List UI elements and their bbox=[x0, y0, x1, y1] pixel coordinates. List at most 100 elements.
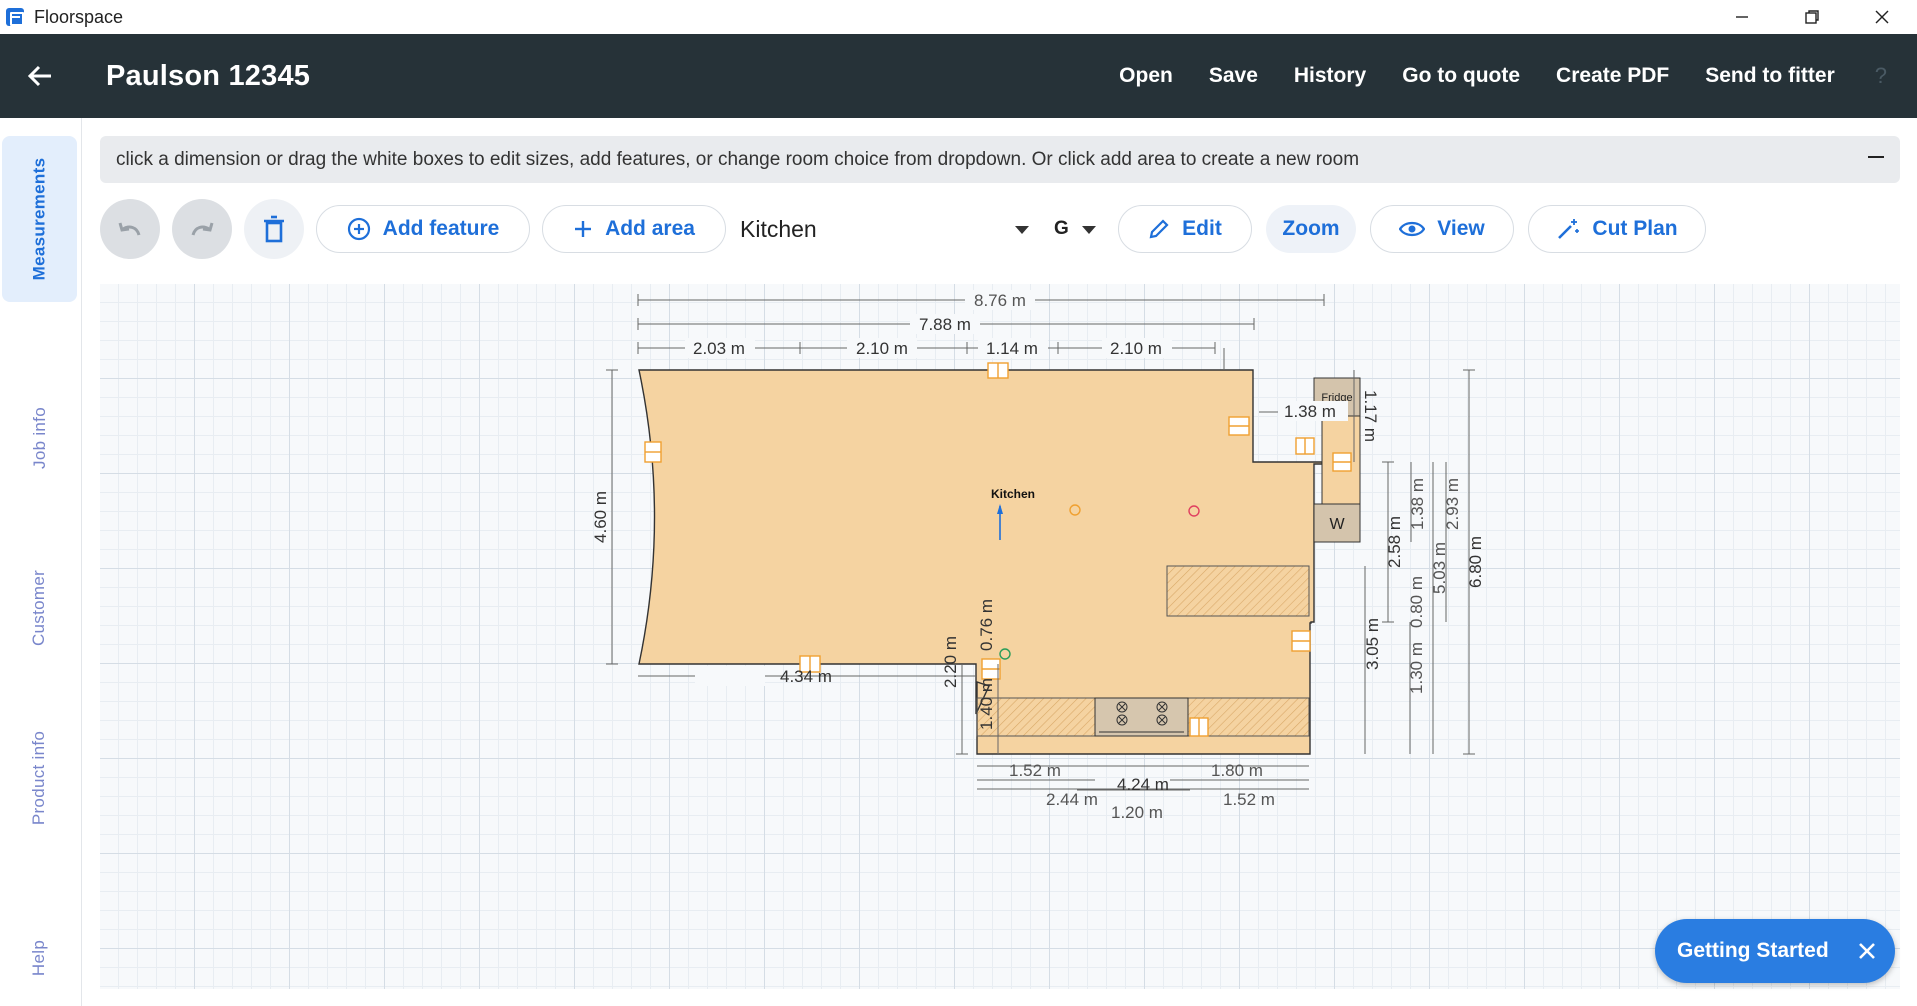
undo-button[interactable] bbox=[100, 199, 160, 259]
tab-job-info[interactable]: Job info bbox=[2, 368, 77, 508]
add-area-button[interactable]: Add area bbox=[542, 205, 726, 253]
dimension-label[interactable]: 6.80 m bbox=[1466, 536, 1485, 588]
close-icon[interactable] bbox=[1855, 939, 1879, 963]
dimension-label[interactable]: 2.58 m bbox=[1385, 516, 1404, 568]
feature-box[interactable] bbox=[1291, 630, 1311, 652]
feature-box[interactable] bbox=[1332, 452, 1352, 472]
tab-measurements[interactable]: Measurements bbox=[2, 136, 77, 302]
app-header: Paulson 12345 Open Save History Go to qu… bbox=[0, 34, 1917, 118]
feature-box[interactable] bbox=[981, 658, 1001, 680]
hob[interactable] bbox=[1094, 697, 1189, 737]
close-icon bbox=[1875, 10, 1889, 24]
minimize-icon bbox=[1736, 16, 1748, 18]
feature-box[interactable] bbox=[1295, 437, 1315, 455]
tab-label: Measurements bbox=[29, 157, 49, 281]
instruction-banner: click a dimension or drag the white boxe… bbox=[100, 136, 1900, 183]
dimension-label[interactable]: 5.03 m bbox=[1430, 542, 1449, 594]
dimension-label[interactable]: 1.20 m bbox=[1111, 803, 1163, 822]
go-to-quote-button[interactable]: Go to quote bbox=[1402, 64, 1520, 88]
dimension-label[interactable]: 1.38 m bbox=[1284, 402, 1336, 421]
save-button[interactable]: Save bbox=[1209, 64, 1258, 88]
chevron-down-icon bbox=[1015, 226, 1029, 234]
edit-button[interactable]: Edit bbox=[1118, 205, 1252, 253]
dimension-label[interactable]: 1.52 m bbox=[1223, 790, 1275, 809]
cut-plan-button[interactable]: Cut Plan bbox=[1528, 205, 1706, 253]
header-menu: Open Save History Go to quote Create PDF… bbox=[1083, 34, 1887, 118]
back-button[interactable] bbox=[0, 34, 80, 118]
cut-plan-label: Cut Plan bbox=[1592, 217, 1678, 240]
feature-box[interactable] bbox=[644, 441, 662, 463]
getting-started-button[interactable]: Getting Started bbox=[1655, 919, 1895, 983]
dimension-label[interactable]: 1.40 m bbox=[977, 678, 996, 730]
view-label: View bbox=[1437, 217, 1485, 240]
plan-toolbar: Add feature Add area Kitchen G Edit Zoom… bbox=[100, 199, 1900, 259]
feature-box[interactable] bbox=[1189, 717, 1209, 737]
help-icon[interactable]: ? bbox=[1875, 63, 1887, 89]
dimension-label[interactable]: 1.38 m bbox=[1408, 478, 1427, 530]
add-feature-button[interactable]: Add feature bbox=[316, 205, 530, 253]
dimension-label[interactable]: 4.24 m bbox=[1117, 775, 1169, 794]
view-button[interactable]: View bbox=[1370, 205, 1514, 253]
tab-label: Job info bbox=[29, 407, 49, 469]
dimension-label[interactable]: 2.03 m bbox=[693, 339, 745, 358]
zoom-button[interactable]: Zoom bbox=[1266, 205, 1356, 253]
magic-wand-icon bbox=[1558, 219, 1580, 239]
dimension-label[interactable]: 0.76 m bbox=[977, 599, 996, 651]
dimension-label[interactable]: 2.44 m bbox=[1046, 790, 1098, 809]
dimension-label[interactable]: 1.80 m bbox=[1211, 761, 1263, 780]
getting-started-label: Getting Started bbox=[1677, 939, 1829, 962]
restore-icon bbox=[1805, 10, 1819, 24]
feature-box[interactable] bbox=[987, 362, 1009, 379]
dimension-label[interactable]: 4.60 m bbox=[591, 491, 610, 543]
open-button[interactable]: Open bbox=[1119, 64, 1173, 88]
minimize-button[interactable] bbox=[1707, 0, 1777, 34]
unit-right[interactable] bbox=[1166, 565, 1310, 617]
dimension-label[interactable]: 4.34 m bbox=[780, 667, 832, 686]
plan-canvas[interactable]: Fridge W Kitchen 8.76 m 7.88 m 2.03 m 2.… bbox=[100, 284, 1900, 989]
dimension-label[interactable]: 8.76 m bbox=[974, 291, 1026, 310]
washer-label: W bbox=[1329, 516, 1345, 533]
room-label: Kitchen bbox=[991, 487, 1035, 501]
dimension-label[interactable]: 2.20 m bbox=[941, 636, 960, 688]
dimension-label[interactable]: 0.80 m bbox=[1407, 576, 1426, 628]
tab-label: Product info bbox=[29, 730, 49, 826]
create-pdf-button[interactable]: Create PDF bbox=[1556, 64, 1669, 88]
app-logo-icon bbox=[6, 8, 24, 26]
dimension-label[interactable]: 1.30 m bbox=[1407, 642, 1426, 694]
edit-label: Edit bbox=[1182, 217, 1222, 240]
dimension-label[interactable]: 1.14 m bbox=[986, 339, 1038, 358]
add-area-label: Add area bbox=[605, 217, 695, 240]
window-controls bbox=[1707, 0, 1917, 34]
feature-box[interactable] bbox=[1228, 416, 1250, 436]
send-to-fitter-button[interactable]: Send to fitter bbox=[1705, 64, 1835, 88]
tab-help[interactable]: Help bbox=[2, 918, 77, 998]
dimension-label[interactable]: 1.52 m bbox=[1009, 761, 1061, 780]
dimension-label[interactable]: 2.10 m bbox=[1110, 339, 1162, 358]
history-button[interactable]: History bbox=[1294, 64, 1366, 88]
dimension-label[interactable]: 2.93 m bbox=[1443, 478, 1462, 530]
room-select[interactable]: Kitchen bbox=[740, 205, 1040, 253]
dimension-label[interactable]: 2.10 m bbox=[856, 339, 908, 358]
dimension-label[interactable]: 7.88 m bbox=[919, 315, 971, 334]
dimension-label[interactable]: 3.05 m bbox=[1363, 618, 1382, 670]
eye-icon bbox=[1399, 221, 1426, 237]
floor-plan[interactable]: Fridge W Kitchen 8.76 m 7.88 m 2.03 m 2.… bbox=[100, 284, 1900, 989]
page-title: Paulson 12345 bbox=[106, 59, 311, 92]
collapse-icon[interactable] bbox=[1868, 156, 1884, 158]
plus-circle-icon bbox=[347, 217, 370, 241]
chevron-down-icon bbox=[1082, 226, 1096, 234]
delete-button[interactable] bbox=[244, 199, 304, 259]
pencil-icon bbox=[1149, 219, 1169, 239]
add-feature-label: Add feature bbox=[382, 217, 500, 240]
side-navigation: Measurements Job info Customer Product i… bbox=[0, 118, 82, 1006]
app-name: Floorspace bbox=[34, 6, 124, 27]
trash-icon bbox=[264, 215, 284, 243]
tab-customer[interactable]: Customer bbox=[2, 518, 77, 698]
dimension-label[interactable]: 1.17 m bbox=[1361, 390, 1380, 442]
close-window-button[interactable] bbox=[1847, 0, 1917, 34]
redo-button[interactable] bbox=[172, 199, 232, 259]
tab-product-info[interactable]: Product info bbox=[2, 688, 77, 868]
floor-select[interactable]: G bbox=[1054, 205, 1104, 253]
restore-button[interactable] bbox=[1777, 0, 1847, 34]
undo-icon bbox=[118, 222, 141, 236]
